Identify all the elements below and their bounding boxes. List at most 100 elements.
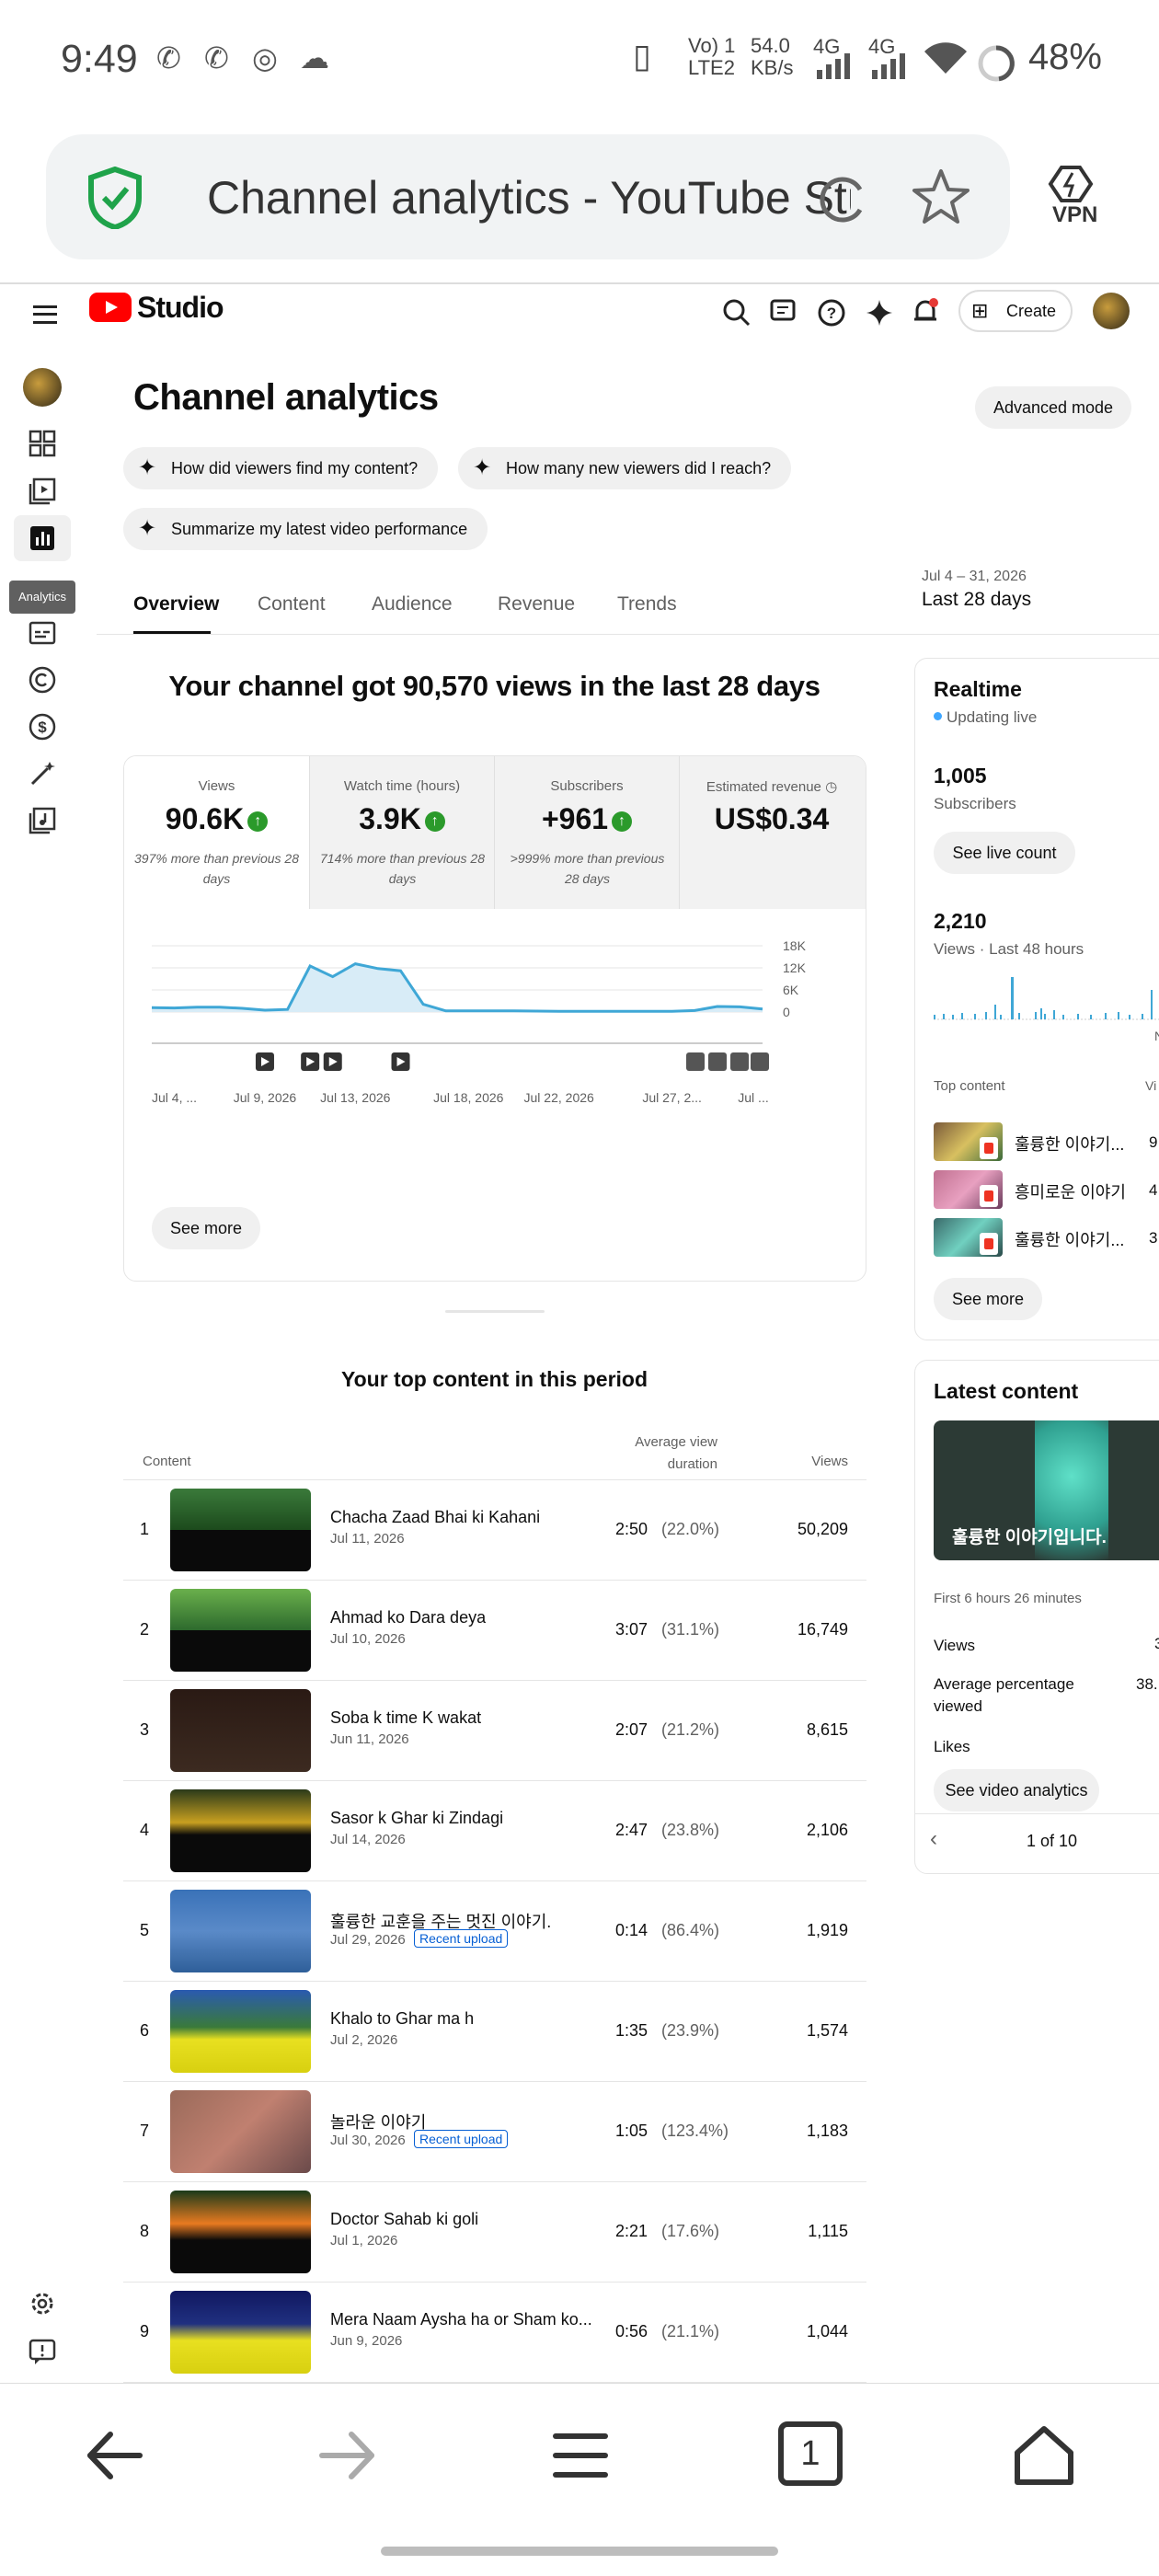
x-tick-label: Jul 4, ...: [152, 1090, 197, 1105]
metric-watch-time[interactable]: Watch time (hours) 3.9K ↑ 714% more than …: [309, 756, 494, 909]
copyright-icon[interactable]: [28, 665, 57, 695]
vpn-button[interactable]: VPN: [1038, 164, 1111, 232]
search-icon[interactable]: [722, 298, 752, 328]
subtitles-icon[interactable]: [28, 618, 57, 648]
video-thumbnail[interactable]: [170, 2090, 311, 2173]
see-live-count-button[interactable]: See live count: [934, 832, 1075, 874]
video-thumbnail[interactable]: [170, 1890, 311, 1972]
video-title[interactable]: Sasor k Ghar ki Zindagi: [330, 1809, 597, 1828]
realtime-item-value: 4: [1149, 1181, 1158, 1199]
table-row[interactable]: 2 Ahmad ko Dara deya Jul 10, 2026 3:07 (31.1…: [123, 1581, 866, 1681]
avg-view-percent: (23.8%): [661, 1821, 720, 1839]
metric-subscribers[interactable]: Subscribers +961 ↑ >999% more than previo…: [494, 756, 679, 909]
video-thumbnail[interactable]: [170, 1589, 311, 1672]
latest-views-label: Views: [934, 1637, 976, 1654]
avg-view-duration: 2:21: [615, 2222, 648, 2240]
feedback-icon[interactable]: [769, 298, 798, 328]
row-rank: 7: [140, 2122, 150, 2140]
table-row[interactable]: 7 놀라운 이야기 Jul 30, 2026 Recent upload 1:05 (12…: [123, 2082, 866, 2182]
video-title[interactable]: Chacha Zaad Bhai ki Kahani: [330, 1508, 597, 1527]
metric-value: +961 ↑: [495, 802, 679, 836]
latest-content-title: Latest content: [934, 1379, 1079, 1403]
x-tick-label: Jul 22, 2026: [524, 1090, 594, 1105]
realtime-item[interactable]: 흥미로운 이야기 4: [934, 1170, 1159, 1211]
table-row[interactable]: 1 Chacha Zaad Bhai ki Kahani Jul 11, 2026 2…: [123, 1480, 866, 1581]
help-icon[interactable]: ?: [817, 298, 846, 328]
notifications-icon[interactable]: [911, 296, 942, 328]
tab-switcher-button[interactable]: 1: [778, 2421, 843, 2486]
table-row[interactable]: 9 Mera Naam Aysha ha or Sham ko... Jun 9, …: [123, 2283, 866, 2383]
sparkle-icon[interactable]: [865, 298, 894, 328]
realtime-item[interactable]: 훌륭한 이야기... 3: [934, 1218, 1159, 1259]
whatsapp-business-icon: ✆: [204, 41, 229, 75]
video-thumbnail[interactable]: [170, 1489, 311, 1571]
tab-overview[interactable]: Overview: [133, 593, 219, 615]
date-range-picker[interactable]: Last 28 days: [922, 589, 1031, 611]
table-row[interactable]: 3 Soba k time K wakat Jun 11, 2026 2:07 (21.…: [123, 1681, 866, 1781]
tab-revenue[interactable]: Revenue: [498, 593, 575, 615]
url-bar[interactable]: Channel analytics - YouTube Stu: [46, 134, 1010, 259]
video-thumbnail[interactable]: [170, 1990, 311, 2073]
realtime-live-status: Updating live: [934, 708, 1037, 727]
video-thumbnail[interactable]: [170, 2291, 311, 2374]
video-title[interactable]: Ahmad ko Dara deya: [330, 1608, 597, 1627]
video-title[interactable]: Khalo to Ghar ma h: [330, 2009, 597, 2029]
tab-content[interactable]: Content: [258, 593, 326, 615]
latest-avg-pct-value: 38.: [1136, 1675, 1158, 1693]
see-more-button[interactable]: See more: [152, 1207, 260, 1249]
chip-viewers-find[interactable]: ✦ How did viewers find my content?: [123, 447, 439, 489]
shorts-icon: [980, 1137, 998, 1159]
dashboard-icon[interactable]: [28, 429, 57, 458]
menu-icon[interactable]: [33, 305, 57, 324]
tab-audience[interactable]: Audience: [372, 593, 453, 615]
table-row[interactable]: 6 Khalo to Ghar ma h Jul 2, 2026 1:35 (23.9%…: [123, 1982, 866, 2082]
reload-icon[interactable]: [814, 171, 869, 226]
trend-up-icon: ↑: [247, 811, 269, 832]
menu-lines-icon[interactable]: [548, 2423, 613, 2488]
table-row[interactable]: 5 훌륭한 교훈을 주는 멋진 이야기. Jul 29, 2026 Recent up…: [123, 1881, 866, 1982]
video-title[interactable]: Mera Naam Aysha ha or Sham ko...: [330, 2310, 597, 2329]
home-icon[interactable]: [1010, 2421, 1078, 2490]
live-dot-icon: [934, 712, 942, 720]
analytics-nav-item[interactable]: [14, 515, 71, 561]
video-views: 1,919: [806, 1921, 848, 1939]
back-arrow-icon[interactable]: [83, 2423, 147, 2488]
realtime-see-more-button[interactable]: See more: [934, 1278, 1042, 1320]
date-range-dates[interactable]: Jul 4 – 31, 2026: [922, 569, 1027, 585]
latest-video-thumbnail[interactable]: 훌륭한 이야기입니다.: [934, 1420, 1159, 1560]
row-rank: 6: [140, 2021, 150, 2040]
table-row[interactable]: 4 Sasor k Ghar ki Zindagi Jul 14, 2026 2:47…: [123, 1781, 866, 1881]
video-thumbnail[interactable]: [170, 1689, 311, 1772]
video-thumbnail[interactable]: [170, 2191, 311, 2273]
create-button[interactable]: ⊞ Create: [958, 290, 1073, 332]
account-avatar[interactable]: [1093, 293, 1130, 329]
tab-trends[interactable]: Trends: [617, 593, 677, 615]
wifi-icon: [924, 42, 967, 74]
content-icon[interactable]: [28, 477, 57, 506]
chip-summarize[interactable]: ✦ Summarize my latest video performance: [123, 508, 488, 550]
bookmark-star-icon[interactable]: [911, 167, 971, 226]
youtube-logo-icon[interactable]: [89, 293, 132, 322]
video-thumbnail[interactable]: [170, 1789, 311, 1872]
create-label: Create: [1006, 302, 1057, 320]
channel-avatar[interactable]: [23, 368, 62, 407]
realtime-item[interactable]: 훌륭한 이야기... 9: [934, 1122, 1159, 1163]
chip-new-viewers[interactable]: ✦ How many new viewers did I reach?: [458, 447, 792, 489]
metric-revenue[interactable]: Estimated revenue ◷ US$0.34: [679, 756, 864, 909]
video-thumbnail: [934, 1218, 1003, 1257]
metric-views[interactable]: Views 90.6K ↑ 397% more than previous 28 …: [124, 756, 309, 909]
send-feedback-icon[interactable]: [28, 2337, 57, 2366]
sparkle-icon: ✦: [138, 455, 157, 480]
col-header-avd: Average view duration: [635, 1434, 717, 1472]
forward-arrow-icon[interactable]: [315, 2423, 379, 2488]
table-row[interactable]: 8 Doctor Sahab ki goli Jul 1, 2026 2:21 (17.…: [123, 2182, 866, 2283]
audio-library-icon[interactable]: [28, 806, 57, 835]
video-title[interactable]: Soba k time K wakat: [330, 1708, 597, 1728]
see-video-analytics-button[interactable]: See video analytics: [934, 1769, 1099, 1811]
settings-icon[interactable]: [28, 2289, 57, 2318]
realtime-views-label: Views · Last 48 hours: [934, 940, 1084, 958]
customization-icon[interactable]: [28, 759, 57, 788]
advanced-mode-button[interactable]: Advanced mode: [975, 386, 1131, 429]
video-title[interactable]: Doctor Sahab ki goli: [330, 2210, 597, 2229]
earn-icon[interactable]: $: [28, 712, 57, 742]
